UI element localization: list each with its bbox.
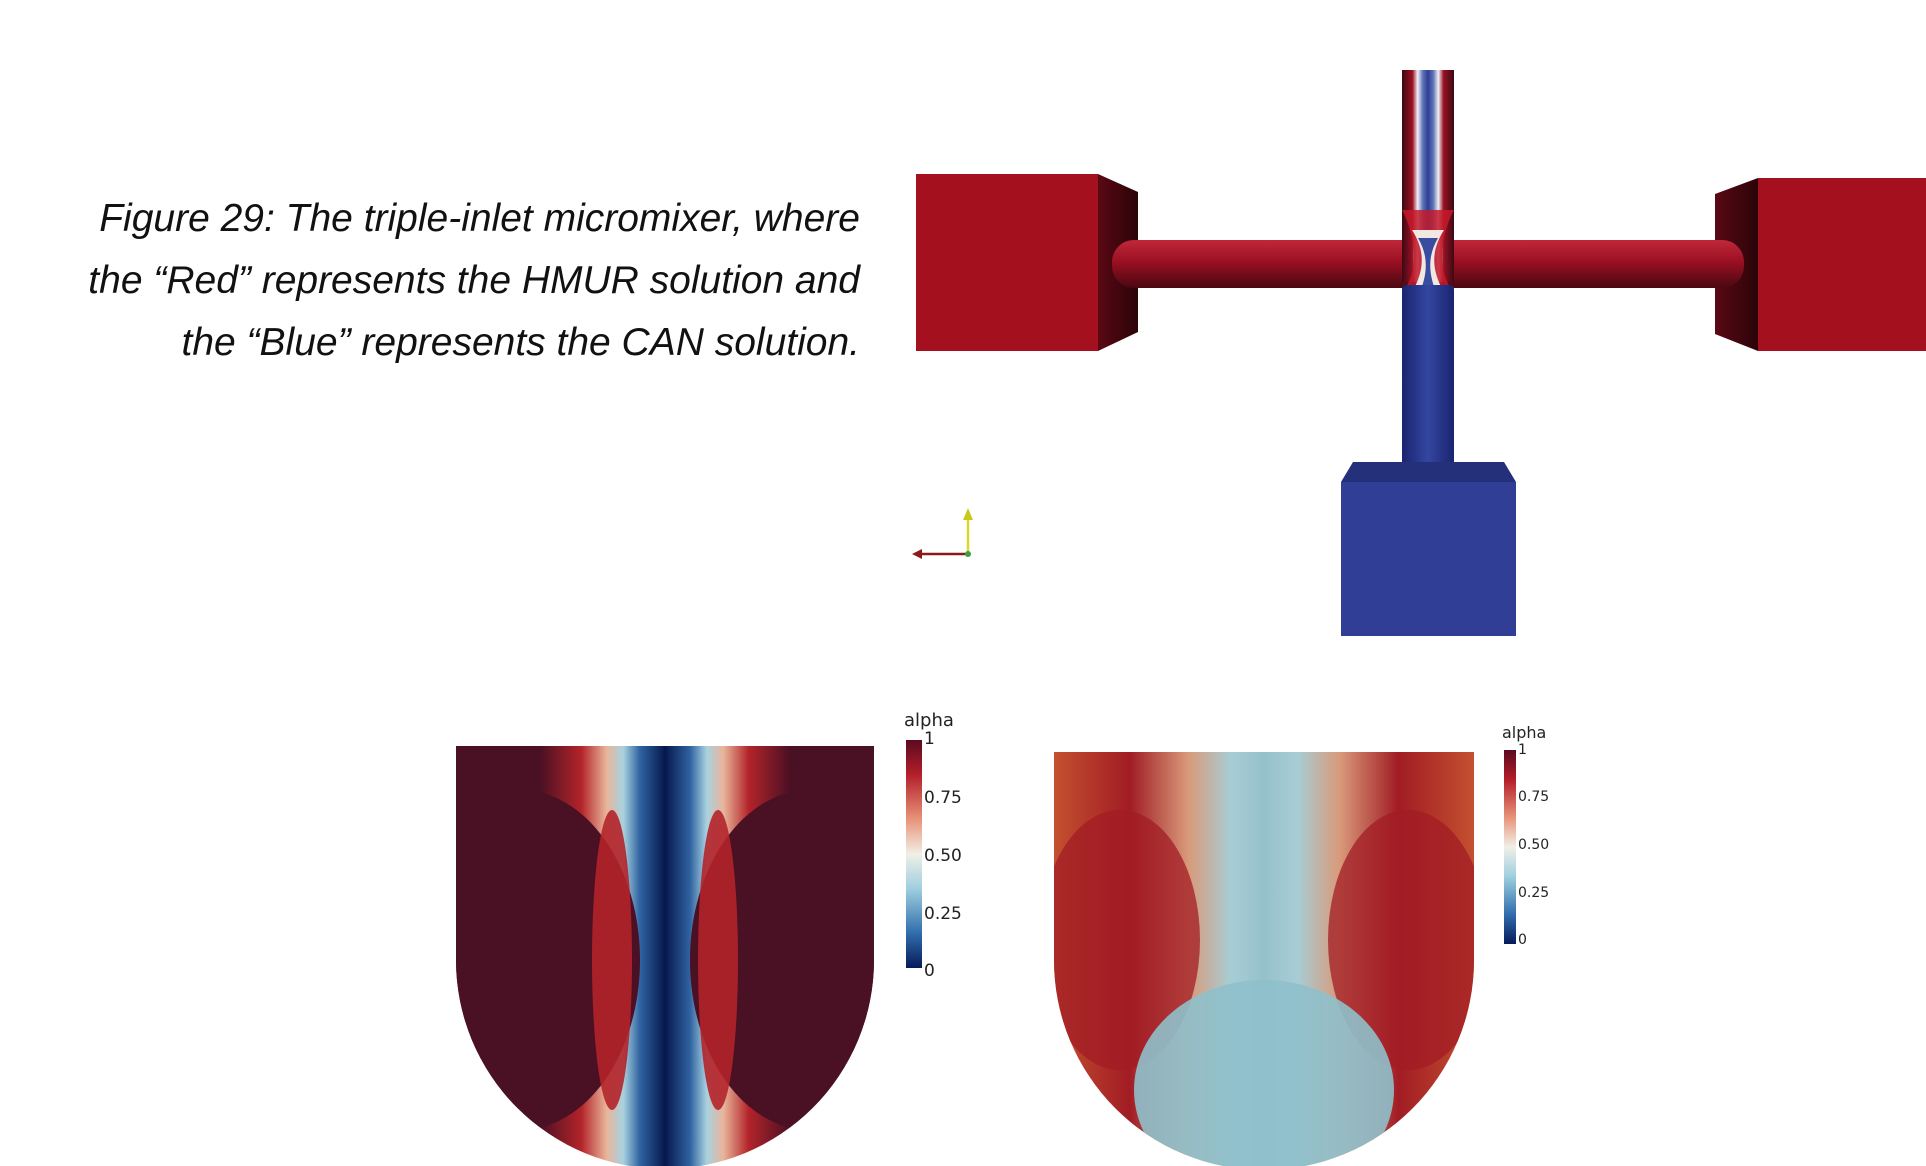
blue-inlet-channel bbox=[1402, 285, 1454, 475]
colorbar-left-tick-1: 1 bbox=[924, 729, 935, 749]
colorbar-left-tick-050: 0.50 bbox=[924, 846, 962, 866]
colorbar-left: alpha 1 0.75 0.50 0.25 0 bbox=[904, 710, 962, 981]
cross-section-left bbox=[456, 746, 874, 1166]
cross-section-right bbox=[1054, 752, 1474, 1166]
micromixer-render bbox=[912, 70, 1926, 636]
colorbar-right: alpha 1 0.75 0.50 0.25 0 bbox=[1502, 723, 1549, 948]
colorbar-left-tick-0: 0 bbox=[924, 961, 935, 981]
colorbar-right-tick-075: 0.75 bbox=[1518, 789, 1549, 805]
colorbar-left-tick-075: 0.75 bbox=[924, 788, 962, 808]
orientation-axes-icon bbox=[912, 508, 973, 559]
colorbar-left-tick-025: 0.25 bbox=[924, 904, 962, 924]
colorbar-right-title: alpha bbox=[1502, 723, 1546, 742]
colorbar-left-scale bbox=[906, 740, 922, 968]
colorbar-left-title: alpha bbox=[904, 710, 954, 731]
colorbar-right-tick-0: 0 bbox=[1518, 932, 1527, 948]
blue-inlet-box bbox=[1341, 482, 1516, 636]
colorbar-right-tick-1: 1 bbox=[1518, 742, 1527, 758]
right-inlet-box bbox=[1758, 178, 1926, 351]
figure-canvas: alpha 1 0.75 0.50 0.25 0 alpha 1 0.75 0.… bbox=[456, 70, 1926, 1166]
colorbar-right-tick-025: 0.25 bbox=[1518, 885, 1549, 901]
colorbar-right-scale bbox=[1504, 750, 1516, 944]
blue-inlet-box-top bbox=[1341, 462, 1516, 482]
colorbar-right-tick-050: 0.50 bbox=[1518, 837, 1549, 853]
left-inlet-box bbox=[916, 174, 1098, 351]
